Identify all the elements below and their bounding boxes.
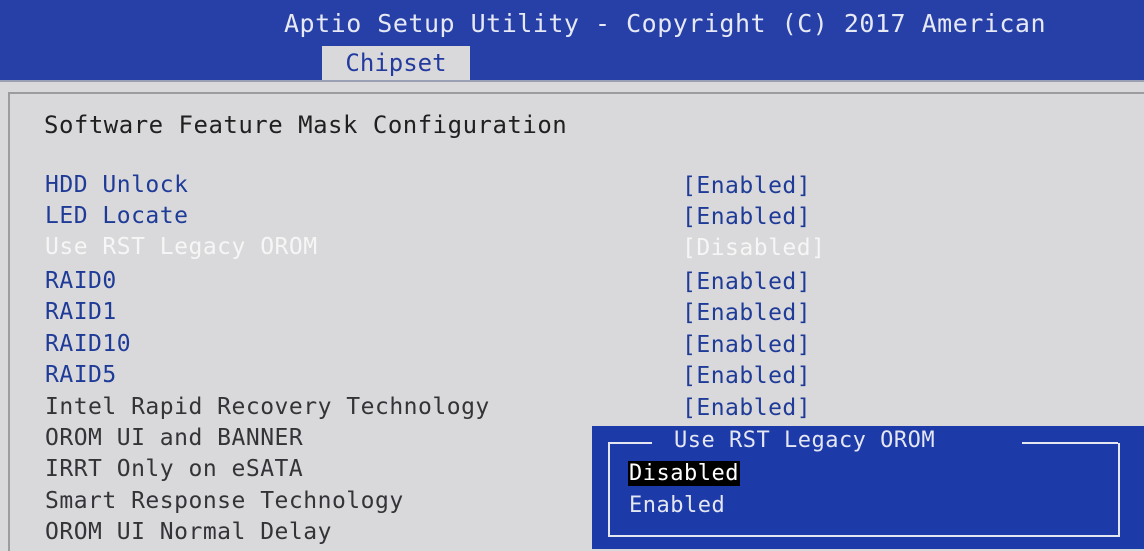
setting-value[interactable]: [Enabled]: [682, 300, 811, 326]
setting-label: Smart Response Technology: [45, 488, 404, 514]
setting-value[interactable]: [Enabled]: [682, 363, 811, 389]
setting-row-raid1[interactable]: RAID1 [Enabled]: [0, 299, 1144, 330]
app-title: Aptio Setup Utility - Copyright (C) 2017…: [284, 9, 1047, 38]
setting-row-raid0[interactable]: RAID0 [Enabled]: [0, 268, 1144, 299]
setting-row-raid10[interactable]: RAID10 [Enabled]: [0, 331, 1144, 362]
setting-label: LED Locate: [45, 203, 189, 229]
setting-value[interactable]: [Enabled]: [682, 204, 811, 230]
tab-chipset[interactable]: Chipset: [322, 46, 470, 80]
setting-row-intel-rapid-recovery[interactable]: Intel Rapid Recovery Technology [Enabled…: [0, 394, 1144, 425]
section-title: Software Feature Mask Configuration: [44, 111, 568, 139]
setting-row-hdd-unlock[interactable]: HDD Unlock [Enabled]: [0, 172, 1144, 203]
option-disabled[interactable]: Disabled: [628, 461, 740, 486]
setting-row-led-locate[interactable]: LED Locate [Enabled]: [0, 203, 1144, 234]
setting-label: OROM UI Normal Delay: [45, 519, 332, 545]
setting-row-raid5[interactable]: RAID5 [Enabled]: [0, 362, 1144, 393]
header-divider: [0, 80, 1144, 82]
option-popup: Use RST Legacy OROM Disabled Enabled: [592, 426, 1144, 549]
setting-value[interactable]: [Enabled]: [682, 173, 811, 199]
setting-label: Use RST Legacy OROM: [45, 234, 318, 260]
setting-value[interactable]: [Enabled]: [682, 269, 811, 295]
setting-value[interactable]: [Enabled]: [682, 332, 811, 358]
setting-label: RAID5: [45, 362, 117, 388]
popup-frame-top-left: [608, 442, 652, 444]
option-enabled[interactable]: Enabled: [628, 493, 726, 518]
popup-frame-top-right: [1022, 442, 1118, 444]
setting-label: IRRT Only on eSATA: [45, 456, 304, 482]
setting-label: HDD Unlock: [45, 172, 189, 198]
setting-label: OROM UI and BANNER: [45, 425, 304, 451]
setting-label: RAID1: [45, 299, 117, 325]
setting-label: RAID10: [45, 331, 132, 357]
setting-value[interactable]: [Disabled]: [682, 235, 825, 261]
setting-label: RAID0: [45, 268, 117, 294]
popup-frame: [608, 443, 1120, 537]
setting-label: Intel Rapid Recovery Technology: [45, 394, 490, 420]
setting-value[interactable]: [Enabled]: [682, 395, 811, 421]
popup-title: Use RST Legacy OROM: [674, 428, 936, 453]
title-bar: Aptio Setup Utility - Copyright (C) 2017…: [0, 0, 1144, 80]
setting-row-use-rst-legacy-orom[interactable]: Use RST Legacy OROM [Disabled]: [0, 234, 1144, 265]
